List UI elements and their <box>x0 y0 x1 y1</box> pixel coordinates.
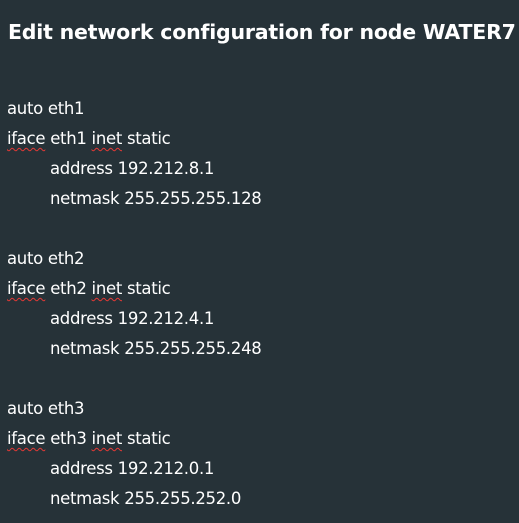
address-text: address 192.212.4.1 <box>50 309 215 328</box>
auto-text: auto eth2 <box>7 249 85 268</box>
auto-text: auto eth3 <box>7 399 85 418</box>
address-text: address 192.212.0.1 <box>50 459 215 478</box>
auto-line: auto eth1 <box>7 94 512 124</box>
iface-line: iface eth3 inet static <box>7 424 512 454</box>
iface-method: static <box>126 129 171 148</box>
auto-line: auto eth3 <box>7 394 512 424</box>
iface-keyword: iface <box>7 429 46 448</box>
iface-method: static <box>126 279 171 298</box>
iface-name: eth1 <box>50 129 87 148</box>
address-line: address 192.212.0.1 <box>7 454 512 484</box>
netmask-line: netmask 255.255.252.0 <box>7 484 512 514</box>
iface-line: iface eth2 inet static <box>7 274 512 304</box>
iface-keyword: iface <box>7 129 46 148</box>
netmask-line: netmask 255.255.255.128 <box>7 184 512 214</box>
iface-line: iface eth1 inet static <box>7 124 512 154</box>
inet-keyword: inet <box>91 429 123 448</box>
auto-line: auto eth2 <box>7 244 512 274</box>
address-line: address 192.212.8.1 <box>7 154 512 184</box>
netmask-line: netmask 255.255.255.248 <box>7 334 512 364</box>
address-text: address 192.212.8.1 <box>50 159 215 178</box>
address-line: address 192.212.4.1 <box>7 304 512 334</box>
netmask-text: netmask 255.255.255.128 <box>50 189 262 208</box>
network-config-page: Edit network configuration for node WATE… <box>0 0 519 523</box>
auto-text: auto eth1 <box>7 99 85 118</box>
iface-keyword: iface <box>7 279 46 298</box>
iface-name: eth3 <box>50 429 87 448</box>
config-editor[interactable]: auto eth1 iface eth1 inet static address… <box>7 94 512 514</box>
inet-keyword: inet <box>91 279 123 298</box>
netmask-text: netmask 255.255.252.0 <box>50 489 242 508</box>
page-title: Edit network configuration for node WATE… <box>8 20 516 44</box>
netmask-text: netmask 255.255.255.248 <box>50 339 262 358</box>
iface-name: eth2 <box>50 279 87 298</box>
iface-method: static <box>126 429 171 448</box>
inet-keyword: inet <box>91 129 123 148</box>
